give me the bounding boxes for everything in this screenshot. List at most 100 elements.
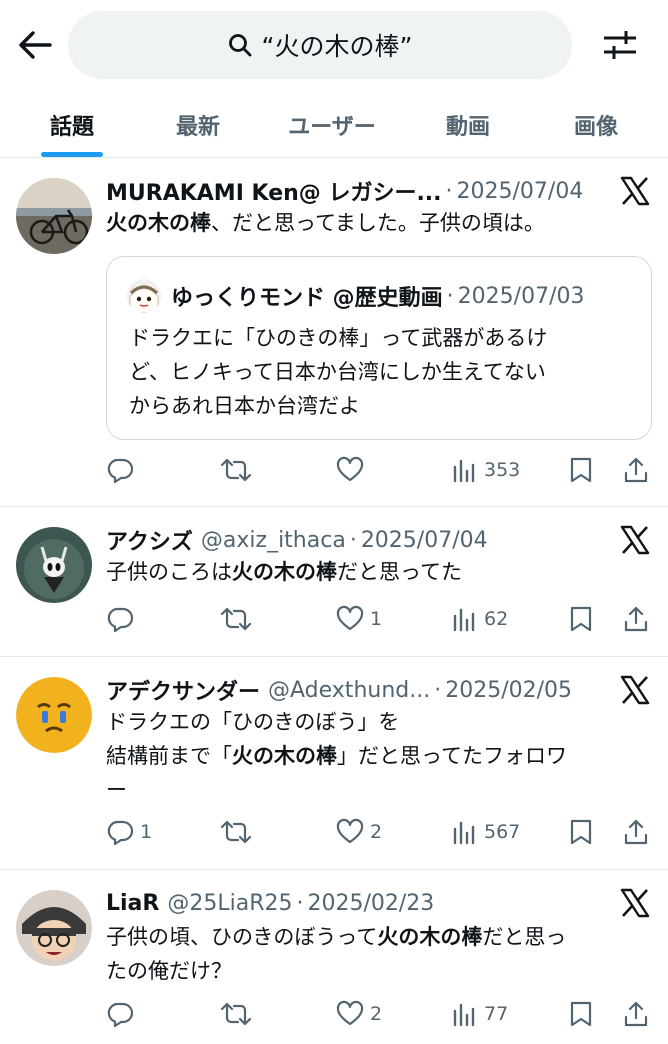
like-count: 1 xyxy=(370,608,383,630)
tab-images[interactable]: 画像 xyxy=(556,92,636,158)
author-name[interactable]: アデクサンダー xyxy=(106,674,260,706)
search-input[interactable]: “火の木の棒” xyxy=(68,11,572,79)
tweet-text-line: ドラクエの「ひのきのぼう」を xyxy=(106,710,400,734)
reply-button[interactable]: 1 xyxy=(106,814,152,850)
back-button[interactable] xyxy=(14,24,56,66)
avatar[interactable] xyxy=(16,677,92,753)
retweet-button[interactable] xyxy=(220,814,252,850)
tweet-text: 子供の頃、ひのきのぼうって火の木の棒だと思っ たの俺だけ？ xyxy=(106,920,646,988)
share-button[interactable] xyxy=(622,452,650,488)
share-icon xyxy=(624,606,648,632)
quoted-author-name: ゆっくりモンド @歴史動画 xyxy=(171,286,443,311)
like-button[interactable]: 2 xyxy=(336,996,382,1032)
author-handle[interactable]: @axiz_ithaca xyxy=(201,528,346,553)
reply-button[interactable] xyxy=(106,601,140,637)
view-count: 77 xyxy=(484,1003,509,1025)
retweet-button[interactable] xyxy=(220,452,252,488)
tweet-date[interactable]: 2025/07/04 xyxy=(361,528,488,553)
tab-people[interactable]: ユーザー xyxy=(272,92,392,158)
tweet-text: 子供のころは火の木の棒だと思ってた xyxy=(106,555,646,589)
reply-icon xyxy=(107,607,134,633)
views-chart-icon xyxy=(453,608,475,632)
quoted-avatar xyxy=(127,279,161,313)
separator-dot: · xyxy=(446,283,454,309)
like-button[interactable] xyxy=(336,452,370,488)
search-icon xyxy=(228,34,251,57)
bookmark-icon xyxy=(570,457,592,483)
view-count: 62 xyxy=(484,608,509,630)
avatar[interactable] xyxy=(16,890,92,966)
tweet[interactable]: アクシズ @axiz_ithaca · 2025/07/04 子供のころは火の木… xyxy=(0,507,668,657)
views-button[interactable]: 567 xyxy=(452,814,520,850)
tab-latest[interactable]: 最新 xyxy=(158,92,238,158)
author-name[interactable]: アクシズ xyxy=(106,524,193,556)
quoted-text-line: ど、ヒノキって日本か台湾にしか生えてない xyxy=(129,360,546,384)
quoted-date: 2025/07/03 xyxy=(457,283,585,309)
search-filter-button[interactable] xyxy=(598,24,642,66)
quoted-header: ゆっくりモンド @歴史動画 · 2025/07/03 xyxy=(171,281,585,312)
tweet-text: ドラクエの「ひのきのぼう」を 結構前まで「火の木の棒」だと思ってたフォロワ ー xyxy=(106,705,646,807)
bookmark-icon xyxy=(570,1001,592,1027)
bookmark-button[interactable] xyxy=(568,452,594,488)
reply-button[interactable] xyxy=(106,452,140,488)
x-logo-icon xyxy=(620,525,650,555)
retweet-button[interactable] xyxy=(220,601,252,637)
author-name[interactable]: MURAKAMI Ken@ レガシー... xyxy=(106,175,442,207)
view-count: 353 xyxy=(484,459,521,481)
tweet-date[interactable]: 2025/02/23 xyxy=(307,891,434,916)
tweet[interactable]: MURAKAMI Ken@ レガシー... · 2025/07/04 火の木の棒… xyxy=(0,158,668,507)
like-button[interactable]: 1 xyxy=(336,601,382,637)
share-button[interactable] xyxy=(622,996,650,1032)
tweet-date[interactable]: 2025/07/04 xyxy=(457,179,584,204)
highlight-term: 火の木の棒 xyxy=(232,560,337,584)
highlight-term: 火の木の棒 xyxy=(232,744,337,768)
tweet-actions: 2 77 xyxy=(106,996,654,1032)
view-count: 567 xyxy=(484,821,521,843)
quoted-text: ドラクエに「ひのきの棒」って武器があるけ ど、ヒノキって日本か台湾にしか生えてな… xyxy=(129,321,649,423)
tweet-text-line: ー xyxy=(106,778,127,802)
tweet-header: アデクサンダー @Adexthund... · 2025/02/05 xyxy=(106,674,572,706)
bookmark-button[interactable] xyxy=(568,996,594,1032)
views-chart-icon xyxy=(453,1003,475,1027)
avatar[interactable] xyxy=(16,527,92,603)
views-chart-icon xyxy=(453,459,475,483)
avatar[interactable] xyxy=(16,178,92,254)
bookmark-icon xyxy=(570,819,592,845)
tweet[interactable]: アデクサンダー @Adexthund... · 2025/02/05 ドラクエの… xyxy=(0,657,668,870)
tweet-actions: 1 62 xyxy=(106,601,654,637)
bookmark-button[interactable] xyxy=(568,601,594,637)
share-icon xyxy=(624,819,648,845)
highlight-term: 火の木の棒 xyxy=(106,211,211,235)
tweet[interactable]: LiaR @25LiaR25 · 2025/02/23 子供の頃、ひのきのぼうっ… xyxy=(0,870,668,1044)
bookmark-button[interactable] xyxy=(568,814,594,850)
tab-videos[interactable]: 動画 xyxy=(428,92,508,158)
separator-dot: · xyxy=(296,890,304,916)
back-arrow-icon xyxy=(19,31,52,59)
reply-count: 1 xyxy=(140,821,153,843)
reply-button[interactable] xyxy=(106,996,140,1032)
retweet-button[interactable] xyxy=(220,996,252,1032)
retweet-icon xyxy=(220,607,252,631)
tweet-date[interactable]: 2025/02/05 xyxy=(445,678,572,703)
share-button[interactable] xyxy=(622,814,650,850)
tweet-text-rest: 、だと思ってました。子供の頃は。 xyxy=(211,211,545,235)
tweet-text-part: だと思ってた xyxy=(337,560,462,584)
heart-icon xyxy=(336,605,364,631)
views-button[interactable]: 62 xyxy=(452,601,508,637)
separator-dot: · xyxy=(434,677,442,703)
author-handle[interactable]: @25LiaR25 xyxy=(167,891,292,916)
share-button[interactable] xyxy=(622,601,650,637)
author-handle[interactable]: @Adexthund... xyxy=(268,678,430,703)
heart-icon xyxy=(336,818,364,844)
quoted-tweet[interactable]: ゆっくりモンド @歴史動画 · 2025/07/03 ドラクエに「ひのきの棒」っ… xyxy=(106,256,652,440)
like-button[interactable]: 2 xyxy=(336,814,382,850)
reply-icon xyxy=(107,1002,134,1028)
tab-top[interactable]: 話題 xyxy=(32,92,112,158)
x-logo-icon xyxy=(620,176,650,206)
share-icon xyxy=(624,457,648,483)
tweet-header: MURAKAMI Ken@ レガシー... · 2025/07/04 xyxy=(106,175,584,207)
views-button[interactable]: 353 xyxy=(452,452,520,488)
views-button[interactable]: 77 xyxy=(452,996,508,1032)
like-count: 2 xyxy=(370,1003,383,1025)
author-name[interactable]: LiaR xyxy=(106,891,159,916)
